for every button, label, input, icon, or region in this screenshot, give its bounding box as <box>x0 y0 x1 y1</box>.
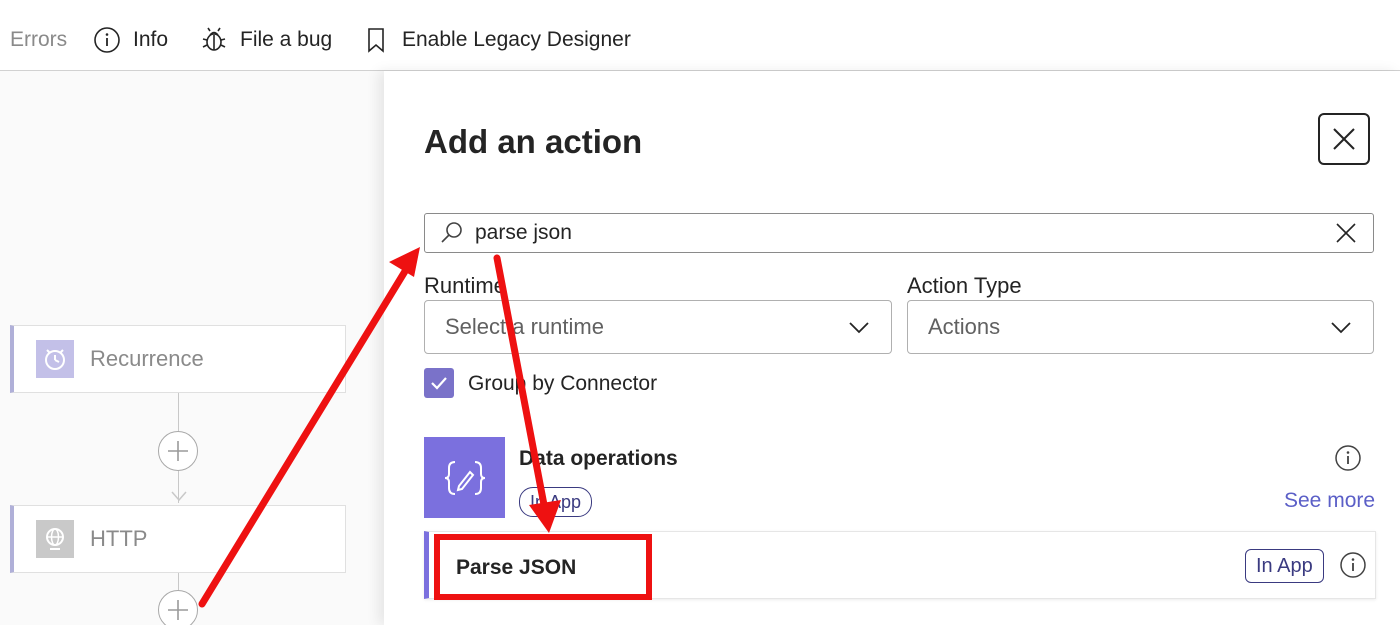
see-more-link[interactable]: See more <box>1284 489 1375 513</box>
search-box[interactable] <box>424 213 1374 253</box>
bug-icon <box>200 26 228 54</box>
clear-search-button[interactable] <box>1333 220 1359 246</box>
file-bug-button[interactable]: File a bug <box>200 22 332 58</box>
recurrence-label: Recurrence <box>90 346 204 371</box>
globe-icon <box>36 520 74 558</box>
http-node[interactable]: HTTP <box>10 505 346 573</box>
highlight-box <box>434 534 652 600</box>
info-button[interactable]: Info <box>93 22 168 58</box>
runtime-label: Runtime <box>424 273 506 298</box>
connector-badge: In App <box>519 487 593 517</box>
alarm-clock-icon <box>36 340 74 378</box>
chevron-down-icon <box>1329 315 1353 339</box>
file-bug-label: File a bug <box>240 28 333 51</box>
action-type-label: Action Type <box>907 273 1022 298</box>
bookmark-icon <box>362 26 390 54</box>
errors-button[interactable]: Errors <box>10 22 67 58</box>
info-icon[interactable] <box>1334 444 1362 472</box>
add-step-button[interactable] <box>158 431 198 471</box>
group-by-connector-checkbox[interactable] <box>424 368 454 398</box>
panel-title: Add an action <box>424 123 643 160</box>
enable-legacy-designer-button[interactable]: Enable Legacy Designer <box>362 22 631 58</box>
action-type-dropdown[interactable]: Actions <box>907 300 1374 354</box>
http-label: HTTP <box>90 526 148 551</box>
recurrence-node[interactable]: Recurrence <box>10 325 346 393</box>
info-icon <box>93 26 121 54</box>
info-label: Info <box>133 28 169 51</box>
clear-icon <box>1336 223 1356 243</box>
info-icon[interactable] <box>1339 551 1367 579</box>
curly-braces-pencil-icon <box>424 437 505 518</box>
workflow-canvas: Recurrence HTTP <box>0 71 384 625</box>
checkmark-icon <box>431 377 447 390</box>
action-type-value: Actions <box>928 314 1001 339</box>
top-toolbar: Errors Info File a bug Enable Legacy Des… <box>0 0 1400 71</box>
action-badge: In App <box>1245 549 1324 583</box>
runtime-placeholder: Select a runtime <box>445 314 604 339</box>
legacy-label: Enable Legacy Designer <box>402 28 631 51</box>
errors-label: Errors <box>10 28 68 51</box>
group-by-connector-label: Group by Connector <box>468 372 658 395</box>
search-input[interactable] <box>473 220 1333 246</box>
runtime-dropdown[interactable]: Select a runtime <box>424 300 892 354</box>
chevron-down-icon <box>847 315 871 339</box>
plus-icon <box>168 600 188 620</box>
connector-name: Data operations <box>519 447 678 470</box>
close-button[interactable] <box>1318 113 1370 165</box>
add-step-button[interactable] <box>158 590 198 625</box>
plus-icon <box>168 441 188 461</box>
arrow-down-icon <box>171 491 187 502</box>
search-icon <box>439 220 465 246</box>
close-icon <box>1333 128 1355 150</box>
